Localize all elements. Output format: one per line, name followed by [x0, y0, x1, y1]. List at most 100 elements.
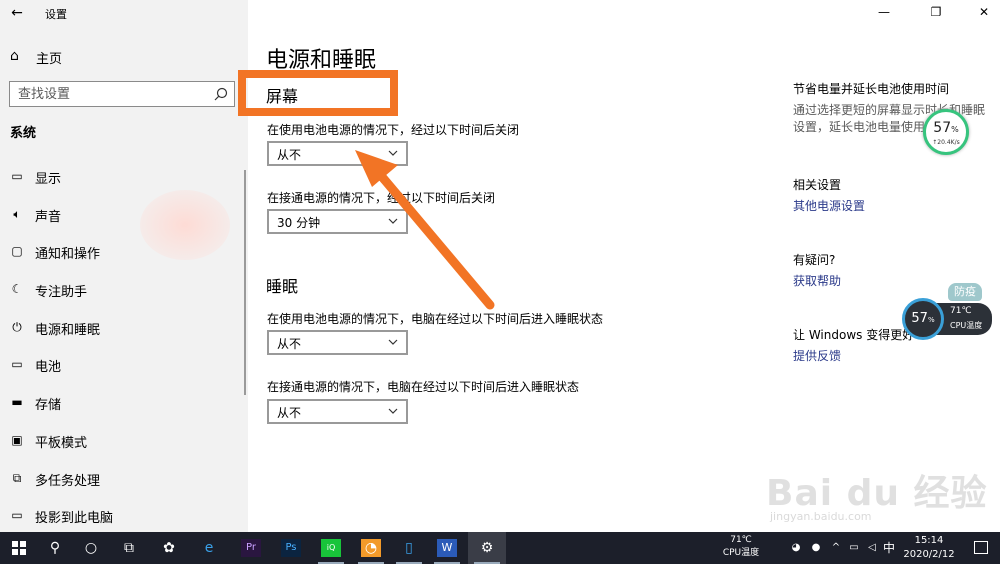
sleep-battery-dropdown[interactable]: 从不 — [267, 330, 408, 355]
sidebar-item-label: 显示 — [35, 172, 62, 187]
network-monitor-widget[interactable]: 57% ↑20.4K/s — [923, 109, 969, 155]
minimize-button[interactable]: — — [874, 5, 894, 19]
cortana-icon: ○ — [84, 540, 98, 556]
cpu-temp-value: 71℃ — [950, 306, 972, 316]
section-heading-sleep: 睡眠 — [266, 277, 299, 296]
badge-label: 防疫 — [948, 283, 982, 301]
sidebar-item-label: 主页 — [36, 52, 63, 67]
word-icon: W — [437, 539, 457, 557]
tray-status-icon[interactable]: ● — [810, 542, 822, 554]
get-help-link[interactable]: 获取帮助 — [793, 272, 841, 289]
sidebar-item-storage[interactable]: ▬ 存储 — [0, 391, 248, 429]
search-icon: ⚲ — [49, 540, 61, 556]
tray-cpu-temp[interactable]: 71℃ CPU温度 — [716, 534, 766, 560]
question-heading: 有疑问? — [793, 253, 836, 267]
chevron-up-icon[interactable]: ^ — [830, 542, 842, 554]
sidebar-item-label: 专注助手 — [35, 285, 88, 301]
app-ie-button[interactable]: e — [190, 532, 228, 564]
sidebar-item-sound[interactable]: 🔈︎ 声音 — [0, 203, 248, 241]
cpu-usage-circle: 57% — [902, 298, 944, 340]
sound-icon: 🔈︎ — [13, 206, 21, 221]
sidebar-item-project[interactable]: ▭ 投影到此电脑 — [0, 504, 248, 532]
cortana-button[interactable]: ○ — [72, 532, 110, 564]
sidebar-scrollbar[interactable] — [244, 170, 246, 395]
watermark: Bai du 经验 jingyan.baidu.com — [760, 460, 990, 530]
back-arrow-icon[interactable]: ← — [8, 4, 26, 22]
app-photoshop-button[interactable]: Ps — [272, 532, 310, 564]
app-iqiyi-button[interactable]: iQ — [312, 532, 350, 564]
dropdown-value: 从不 — [277, 337, 302, 351]
app-premiere-button[interactable]: Pr — [232, 532, 270, 564]
app-pinwheel-button[interactable]: ✿ — [150, 532, 188, 564]
app-settings-button[interactable]: ⚙ — [468, 532, 506, 564]
sidebar-item-tablet-mode[interactable]: ▣ 平板模式 — [0, 429, 248, 467]
app-phone-button[interactable]: ▯ — [390, 532, 428, 564]
sidebar-item-battery[interactable]: ▭ 电池 — [0, 353, 248, 391]
sidebar-item-multitasking[interactable]: ⧉ 多任务处理 — [0, 467, 248, 505]
start-button[interactable] — [0, 532, 38, 564]
dropdown-value: 从不 — [277, 148, 302, 162]
battery-tip-heading: 节省电量并延长电池使用时间 — [793, 82, 950, 96]
search-input[interactable] — [18, 85, 208, 103]
make-windows-better-heading: 让 Windows 变得更好 — [793, 328, 915, 342]
sleep-plugged-dropdown[interactable]: 从不 — [267, 399, 408, 424]
sidebar-item-label: 多任务处理 — [35, 473, 101, 489]
search-icon[interactable] — [213, 86, 229, 102]
tray-temp-label: CPU温度 — [722, 548, 760, 558]
net-speed: ↑20.4K/s — [932, 139, 960, 146]
sidebar: ← 设置 ⌂ 主页 系统 ▭ 显示 🔈︎ 声音 ▢ 通知和操作 ☾ 专注助手 — [0, 0, 248, 532]
volume-icon[interactable]: ◁ — [866, 542, 878, 554]
watermark-brand: Bai du 经验 — [766, 473, 988, 514]
sidebar-item-notifications[interactable]: ▢ 通知和操作 — [0, 240, 248, 278]
project-icon: ▭ — [11, 508, 23, 523]
sidebar-item-label: 声音 — [35, 209, 62, 225]
display-icon: ▭ — [11, 169, 23, 183]
sidebar-item-focus-assist[interactable]: ☾ 专注助手 — [0, 278, 248, 316]
watermark-url: jingyan.baidu.com — [770, 510, 872, 523]
dropdown-value: 30 分钟 — [277, 216, 321, 230]
sidebar-item-label: 投影到此电脑 — [35, 511, 114, 527]
sidebar-item-power-sleep[interactable]: ⏻ 电源和睡眠 — [0, 316, 248, 354]
screen-plugged-dropdown[interactable]: 30 分钟 — [267, 209, 408, 234]
clock-date: 2020/2/12 — [903, 549, 955, 560]
sidebar-item-display[interactable]: ▭ 显示 — [0, 165, 248, 203]
sidebar-item-home[interactable]: ⌂ 主页 — [0, 46, 248, 68]
app-uc-button[interactable]: ◔ — [352, 532, 390, 564]
notification-center-icon[interactable] — [974, 541, 988, 554]
screen-battery-label: 在使用电池电源的情况下，经过以下时间后关闭 — [267, 123, 520, 137]
other-power-settings-link[interactable]: 其他电源设置 — [793, 197, 865, 214]
task-view-button[interactable]: ⧉ — [110, 532, 148, 564]
window-controls: — ❐ ✕ — [870, 0, 1000, 28]
power-icon: ⏻ — [12, 319, 22, 334]
screen-plugged-label: 在接通电源的情况下，经过以下时间后关闭 — [267, 191, 496, 205]
chevron-down-icon — [388, 408, 398, 414]
moon-icon: ☾ — [11, 282, 23, 297]
iqiyi-icon: iQ — [321, 539, 341, 557]
sidebar-item-label: 电源和睡眠 — [35, 322, 101, 338]
app-word-button[interactable]: W — [428, 532, 466, 564]
home-icon: ⌂ — [10, 48, 19, 64]
cpu-monitor-widget[interactable]: 防疫 71℃ CPU温度 57% — [902, 283, 992, 341]
phone-icon: ▯ — [405, 540, 413, 556]
search-taskbar-button[interactable]: ⚲ — [36, 532, 74, 564]
sleep-battery-label: 在使用电池电源的情况下，电脑在经过以下时间后进入睡眠状态 — [267, 312, 604, 326]
sidebar-item-label: 平板模式 — [35, 435, 88, 451]
give-feedback-link[interactable]: 提供反馈 — [793, 347, 841, 364]
photoshop-icon: Ps — [281, 539, 301, 557]
tray-clock[interactable]: 15:14 2020/2/12 — [896, 534, 962, 562]
app-title: 设置 — [45, 8, 67, 21]
cpu-temp-label: CPU温度 — [950, 321, 983, 330]
tray-app-icon[interactable]: ◕ — [790, 542, 802, 554]
search-field[interactable] — [9, 81, 235, 107]
sleep-plugged-label: 在接通电源的情况下，电脑在经过以下时间后进入睡眠状态 — [267, 380, 580, 394]
maximize-button[interactable]: ❐ — [926, 5, 946, 19]
related-settings-heading: 相关设置 — [793, 178, 842, 192]
ime-indicator[interactable]: 中 — [883, 539, 895, 556]
premiere-icon: Pr — [241, 539, 261, 557]
multitask-icon: ⧉ — [12, 470, 22, 485]
active-indicator — [0, 318, 3, 334]
close-button[interactable]: ✕ — [974, 5, 994, 19]
battery-icon[interactable]: ▭ — [848, 542, 860, 554]
notification-icon: ▢ — [11, 244, 23, 259]
screen-battery-dropdown[interactable]: 从不 — [267, 141, 408, 166]
